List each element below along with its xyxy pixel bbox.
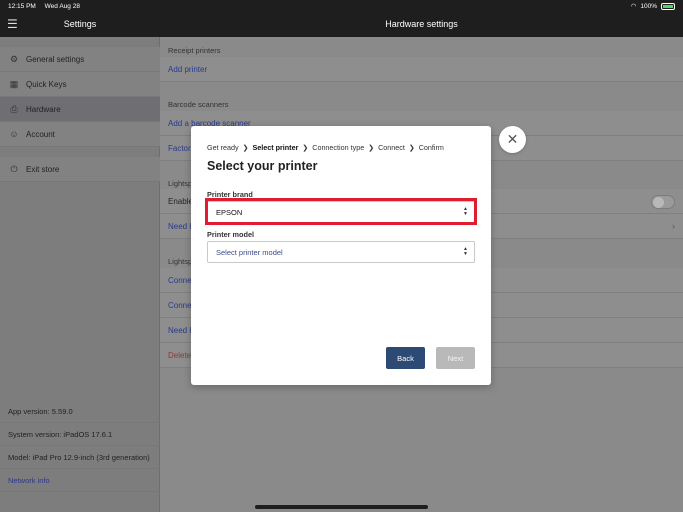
chevron-right-icon: ❯ (302, 144, 309, 152)
battery-icon (661, 2, 675, 10)
grid-icon: ▦ (9, 78, 19, 89)
chevron-right-icon: ❯ (368, 144, 375, 152)
step-connect: Connect (378, 143, 405, 152)
enable-toggle[interactable] (651, 195, 675, 209)
home-indicator (255, 505, 428, 509)
need-help-label: Need h (168, 221, 194, 231)
chevron-right-icon: ❯ (242, 144, 249, 152)
close-dialog-button[interactable]: ✕ (499, 126, 526, 153)
chevron-right-icon: › (672, 221, 675, 231)
enable-label: Enable (168, 196, 193, 206)
printer-brand-label: Printer brand (207, 190, 253, 199)
section-receipt-printers: Receipt printers (168, 46, 221, 55)
chevron-right-icon: ❯ (408, 144, 415, 152)
add-printer-link[interactable]: Add printer (160, 57, 683, 82)
sidebar-nav: ⚙ General settings ▦ Quick Keys ⎙ Hardwa… (0, 47, 160, 147)
device-info: App version: 5.59.0 System version: iPad… (0, 400, 160, 492)
main-header: Hardware settings (160, 12, 683, 37)
printer-model-label: Printer model (207, 230, 255, 239)
status-time: 12:15 PM (8, 2, 36, 10)
printer-model-placeholder: Select printer model (216, 247, 283, 257)
next-button[interactable]: Next (436, 347, 475, 369)
close-icon: ✕ (506, 131, 519, 147)
exit-store-button[interactable]: ⏻ Exit store (0, 157, 160, 182)
dialog-title: Select your printer (207, 159, 318, 173)
select-printer-dialog: Get ready ❯ Select printer ❯ Connection … (191, 126, 491, 385)
section-lightspeed-1: Lightsp (168, 179, 193, 188)
page-title: Hardware settings (385, 19, 458, 29)
sidebar-item-hardware[interactable]: ⎙ Hardware (0, 97, 160, 122)
sidebar: ☰ Settings ⚙ General settings ▦ Quick Ke… (0, 0, 160, 512)
wifi-icon: ◠ (630, 3, 637, 10)
exit-store-label: Exit store (26, 164, 60, 174)
power-icon: ⏻ (10, 163, 18, 174)
printer-brand-value: EPSON (216, 207, 243, 217)
battery-percent: 100% (640, 2, 657, 10)
status-date: Wed Aug 28 (44, 2, 80, 10)
person-icon: ☺ (9, 129, 19, 139)
sidebar-item-account[interactable]: ☺ Account (0, 122, 160, 147)
sidebar-exit-group: ⏻ Exit store (0, 157, 160, 182)
sidebar-title: Settings (63, 19, 97, 29)
printer-brand-select[interactable]: EPSON ▲ ▼ (207, 201, 475, 223)
sidebar-item-general-settings[interactable]: ⚙ General settings (0, 47, 160, 72)
step-confirm: Confirm (418, 143, 444, 152)
app-version: App version: 5.59.0 (0, 400, 160, 423)
select-arrows-icon: ▲ ▼ (463, 206, 468, 217)
step-get-ready: Get ready (207, 143, 239, 152)
select-arrows-icon: ▲ ▼ (463, 246, 468, 257)
step-connection-type: Connection type (312, 143, 365, 152)
back-button[interactable]: Back (386, 347, 425, 369)
sidebar-header: ☰ Settings (0, 12, 160, 37)
status-bar: 12:15 PM Wed Aug 28 ◠ 100% (0, 0, 683, 12)
device-model: Model: iPad Pro 12.9-inch (3rd generatio… (0, 446, 160, 469)
network-info-link[interactable]: Network info (0, 469, 160, 492)
sidebar-item-label: Hardware (26, 104, 61, 114)
sidebar-item-label: Account (26, 129, 55, 139)
printer-icon: ⎙ (10, 103, 18, 114)
sidebar-item-label: Quick Keys (26, 79, 67, 89)
system-version: System version: iPadOS 17.6.1 (0, 423, 160, 446)
printer-model-select[interactable]: Select printer model ▲ ▼ (207, 241, 475, 263)
sidebar-item-quick-keys[interactable]: ▦ Quick Keys (0, 72, 160, 97)
step-select-printer: Select printer (252, 143, 299, 152)
wizard-breadcrumb: Get ready ❯ Select printer ❯ Connection … (207, 143, 444, 152)
sidebar-item-label: General settings (26, 54, 85, 64)
section-barcode-scanners: Barcode scanners (168, 100, 229, 109)
section-lightspeed-2: Lightsp (168, 257, 193, 266)
gear-icon: ⚙ (9, 53, 19, 64)
